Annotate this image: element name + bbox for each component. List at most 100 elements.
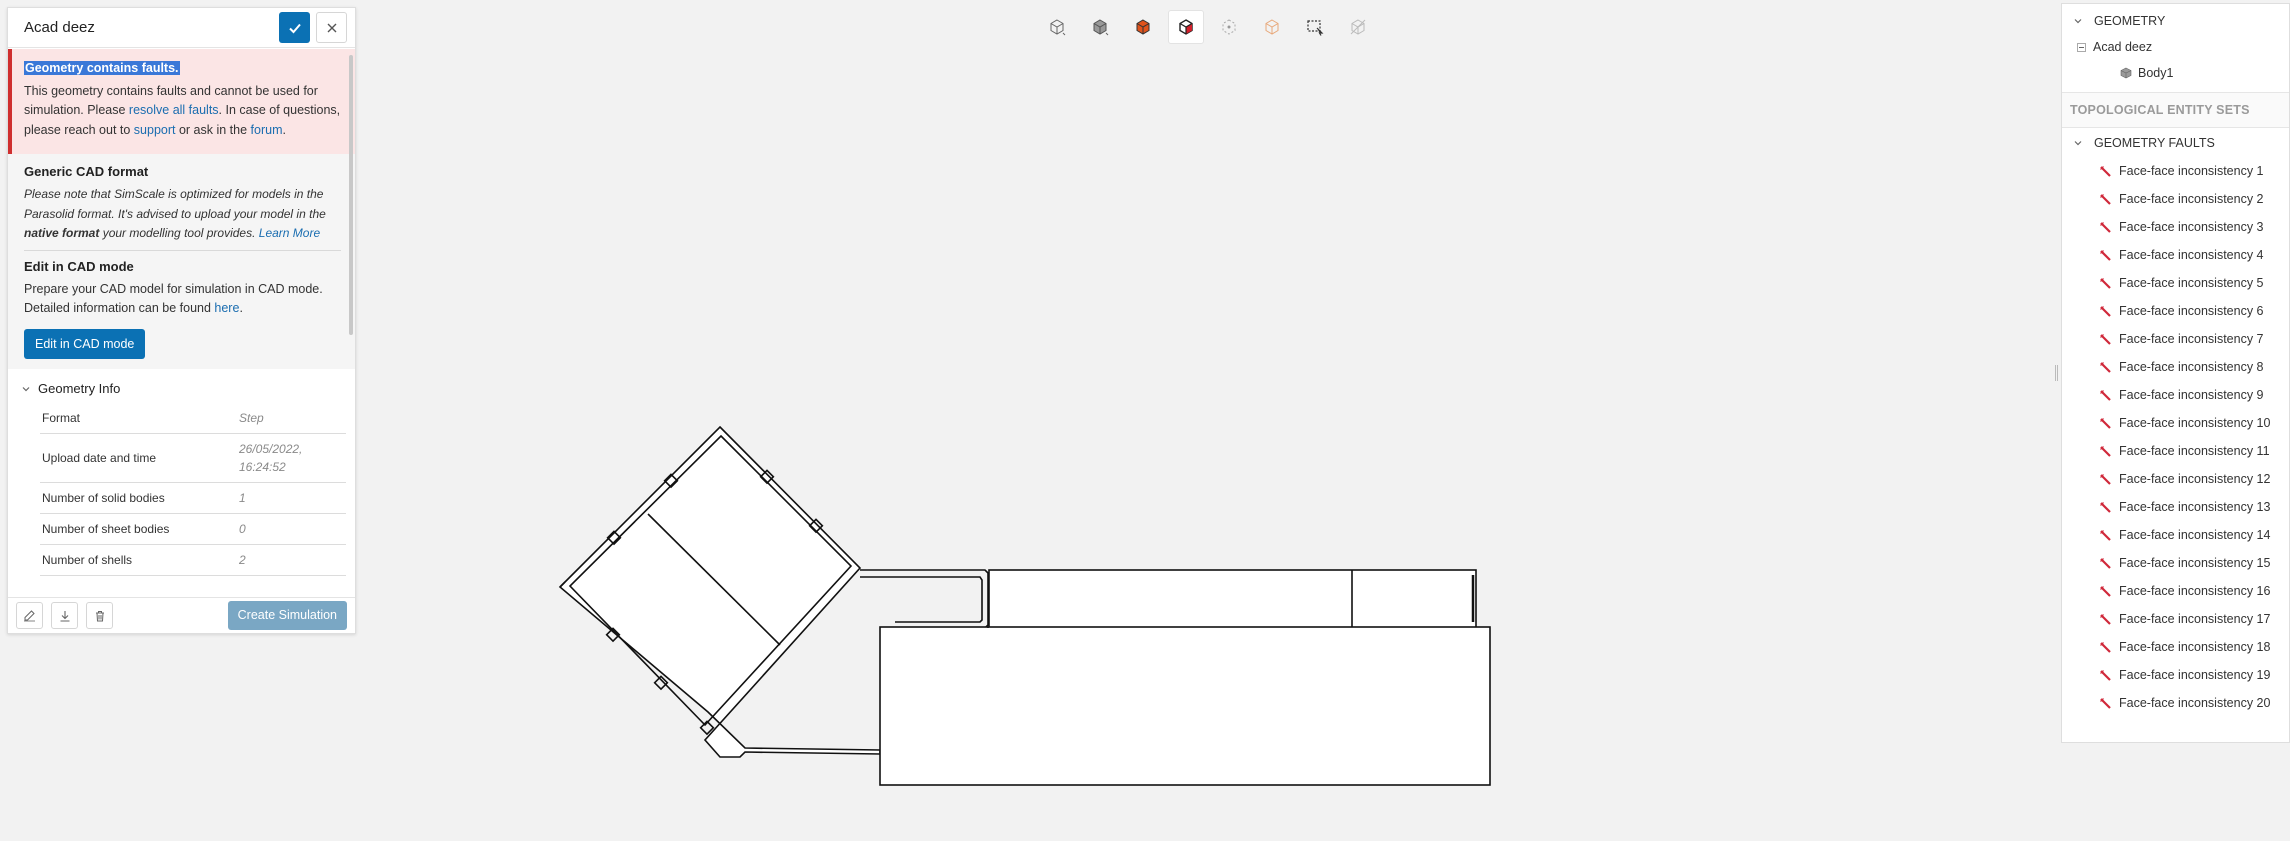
fault-item[interactable]: Face-face inconsistency 7 (2062, 325, 2289, 353)
fault-label: Face-face inconsistency 20 (2119, 696, 2271, 710)
delete-button[interactable] (86, 602, 113, 629)
panel-resize-handle[interactable] (2055, 365, 2058, 381)
resolve-faults-link[interactable]: resolve all faults (129, 103, 219, 117)
fault-label: Face-face inconsistency 3 (2119, 220, 2264, 234)
trash-icon (95, 610, 104, 621)
topological-entity-sets-header[interactable]: TOPOLOGICAL ENTITY SETS (2062, 92, 2289, 128)
transparent-view-button[interactable] (1254, 10, 1290, 44)
fault-icon (2099, 697, 2112, 710)
collapse-icon (2077, 42, 2086, 52)
table-row: Number of shells 2 (40, 544, 346, 576)
fault-label: Face-face inconsistency 4 (2119, 248, 2264, 262)
edit-cad-text-2: . (239, 301, 243, 315)
fault-item[interactable]: Face-face inconsistency 5 (2062, 269, 2289, 297)
fault-icon (2099, 333, 2112, 346)
fault-item[interactable]: Face-face inconsistency 16 (2062, 577, 2289, 605)
info-value: 2 (237, 544, 346, 576)
fault-icon (2099, 249, 2112, 262)
fault-icon (2099, 641, 2112, 654)
wireframe-view-button[interactable] (1039, 10, 1075, 44)
geometry-info-table: Format Step Upload date and time 26/05/2… (40, 402, 346, 576)
fault-label: Face-face inconsistency 7 (2119, 332, 2264, 346)
geometry-name: Acad deez (2093, 40, 2153, 54)
geometry-section-header[interactable]: GEOMETRY (2062, 8, 2289, 34)
geometry-faults-header[interactable]: GEOMETRY FAULTS (2062, 129, 2289, 157)
fault-item[interactable]: Face-face inconsistency 11 (2062, 437, 2289, 465)
support-link[interactable]: support (134, 123, 176, 137)
geometry-section-label: GEOMETRY (2094, 14, 2166, 28)
face-select-button[interactable] (1168, 10, 1204, 44)
generic-cad-title: Generic CAD format (24, 164, 149, 179)
fault-icon (2099, 585, 2112, 598)
create-simulation-button[interactable]: Create Simulation (227, 601, 347, 630)
fault-item[interactable]: Face-face inconsistency 14 (2062, 521, 2289, 549)
fault-label: Face-face inconsistency 12 (2119, 472, 2271, 486)
fault-item[interactable]: Face-face inconsistency 19 (2062, 661, 2289, 689)
fault-icon (2099, 165, 2112, 178)
fault-item[interactable]: Face-face inconsistency 15 (2062, 549, 2289, 577)
fault-item[interactable]: Face-face inconsistency 12 (2062, 465, 2289, 493)
fault-item[interactable]: Face-face inconsistency 9 (2062, 381, 2289, 409)
fault-item[interactable]: Face-face inconsistency 10 (2062, 409, 2289, 437)
fault-alert-title: Geometry contains faults. (24, 61, 180, 75)
geometry-panel: Acad deez Geometry contains faults. This… (7, 7, 356, 634)
hide-selection-button[interactable] (1340, 10, 1376, 44)
here-link[interactable]: here (214, 301, 239, 315)
fault-label: Face-face inconsistency 9 (2119, 388, 2264, 402)
cad-info-box: Generic CAD format Please note that SimS… (8, 154, 355, 369)
tree-item-geometry[interactable]: Acad deez (2062, 34, 2289, 60)
fault-icon (2099, 193, 2112, 206)
generic-cad-text-1: Please note that SimScale is optimized f… (24, 187, 326, 221)
scrollbar[interactable] (349, 55, 353, 335)
fault-label: Face-face inconsistency 11 (2119, 444, 2270, 458)
geometry-info-toggle[interactable]: Geometry Info (18, 375, 345, 403)
fault-item[interactable]: Face-face inconsistency 1 (2062, 157, 2289, 185)
rename-button[interactable] (16, 602, 43, 629)
table-row: Upload date and time 26/05/2022, 16:24:5… (40, 433, 346, 483)
info-label: Upload date and time (40, 433, 237, 483)
panel-content[interactable]: Geometry contains faults. This geometry … (8, 49, 355, 599)
panel-title: Acad deez (24, 19, 95, 36)
info-value: Step (237, 402, 346, 434)
shaded-view-button[interactable] (1082, 10, 1118, 44)
fault-item[interactable]: Face-face inconsistency 2 (2062, 185, 2289, 213)
fault-label: Face-face inconsistency 8 (2119, 360, 2264, 374)
edit-cad-text: Prepare your CAD model for simulation in… (24, 280, 341, 319)
fault-label: Face-face inconsistency 18 (2119, 640, 2271, 654)
tree-item-body[interactable]: Body1 (2062, 60, 2289, 86)
geometry-info-title: Geometry Info (38, 381, 121, 396)
panel-footer: Create Simulation (8, 597, 355, 633)
fault-item[interactable]: Face-face inconsistency 8 (2062, 353, 2289, 381)
cad-model-viewport[interactable] (550, 420, 1500, 800)
fault-label: Face-face inconsistency 16 (2119, 584, 2271, 598)
edit-icon (24, 610, 35, 622)
edit-in-cad-mode-button[interactable]: Edit in CAD mode (24, 328, 146, 359)
fault-label: Face-face inconsistency 14 (2119, 528, 2271, 542)
info-value: 0 (237, 513, 346, 545)
face-view-button[interactable] (1125, 10, 1161, 44)
fault-label: Face-face inconsistency 15 (2119, 556, 2271, 570)
fault-item[interactable]: Face-face inconsistency 18 (2062, 633, 2289, 661)
fault-item[interactable]: Face-face inconsistency 3 (2062, 213, 2289, 241)
cube-outline-icon (1050, 19, 1066, 36)
vertex-select-button[interactable] (1211, 10, 1247, 44)
confirm-button[interactable] (279, 12, 310, 43)
info-label: Number of shells (40, 544, 237, 576)
forum-link[interactable]: forum (251, 123, 283, 137)
fault-item[interactable]: Face-face inconsistency 4 (2062, 241, 2289, 269)
download-button[interactable] (51, 602, 78, 629)
box-select-button[interactable] (1297, 10, 1333, 44)
close-button[interactable] (316, 12, 347, 43)
chevron-down-icon (2070, 135, 2086, 151)
fault-alert: Geometry contains faults. This geometry … (8, 49, 355, 154)
fault-icon (2099, 529, 2112, 542)
edit-cad-text-1: Prepare your CAD model for simulation in… (24, 281, 323, 316)
native-format-text: native format (24, 226, 100, 240)
fault-icon (2099, 445, 2112, 458)
fault-item[interactable]: Face-face inconsistency 13 (2062, 493, 2289, 521)
cube-transparent-icon (1265, 19, 1279, 35)
fault-item[interactable]: Face-face inconsistency 17 (2062, 605, 2289, 633)
fault-item[interactable]: Face-face inconsistency 6 (2062, 297, 2289, 325)
learn-more-link[interactable]: Learn More (259, 226, 320, 240)
fault-item[interactable]: Face-face inconsistency 20 (2062, 689, 2289, 717)
